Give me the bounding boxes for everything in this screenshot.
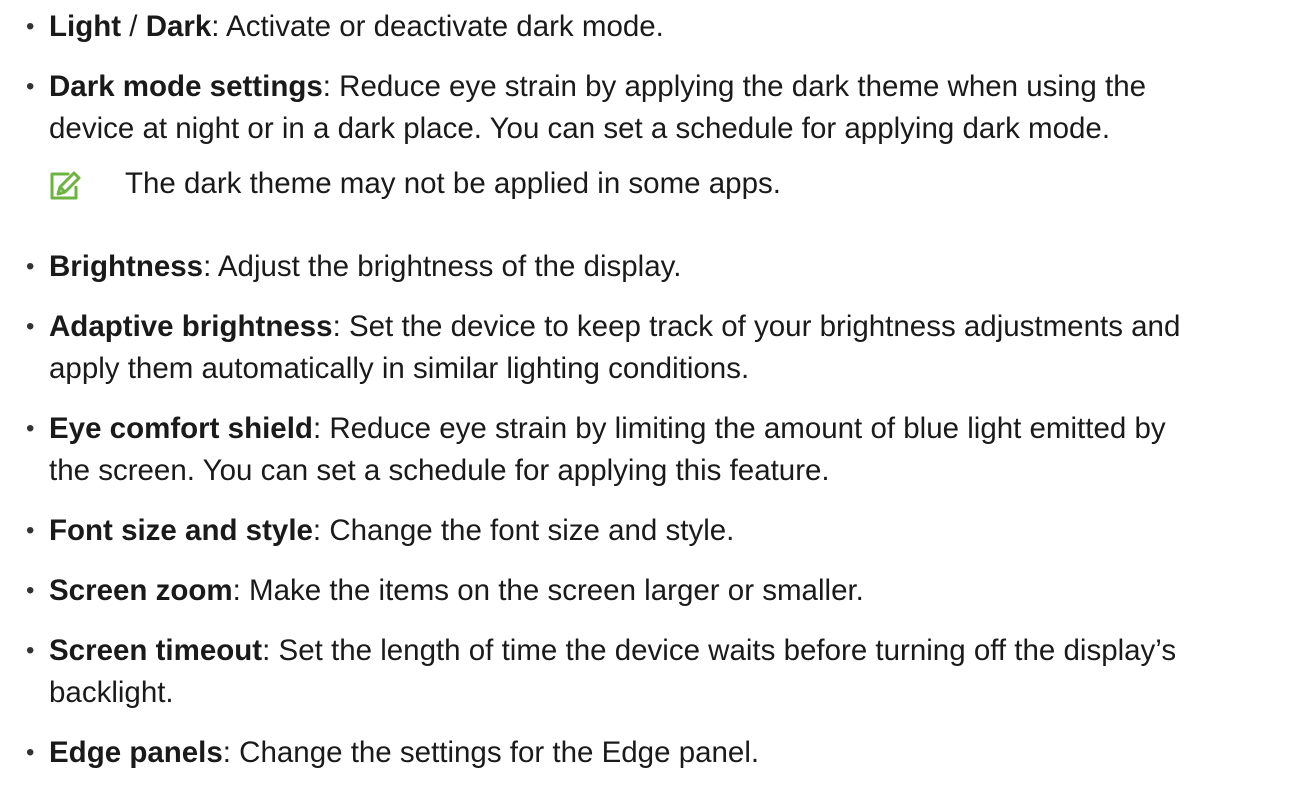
item-description-line2: backlight. (49, 676, 174, 709)
term-separator: / (121, 10, 146, 43)
item-description-line1: : Set the device to keep track of your b… (332, 310, 1181, 343)
item-description-line1: : Set the length of time the device wait… (262, 634, 1177, 667)
item-description: : Activate or deactivate dark mode. (211, 10, 664, 43)
bullet: • (26, 739, 35, 766)
bullet: • (26, 13, 35, 40)
term-font-size-and-style: Font size and style (49, 514, 313, 547)
bullet: • (26, 253, 35, 280)
bullet: • (26, 637, 35, 664)
note-pencil-icon (48, 168, 82, 202)
term-screen-timeout: Screen timeout (49, 634, 263, 667)
term-screen-zoom: Screen zoom (49, 574, 233, 607)
item-description-line2: apply them automatically in similar ligh… (49, 352, 750, 385)
item-description-line1: : Reduce eye strain by applying the dark… (322, 70, 1147, 103)
bullet: • (26, 73, 35, 100)
bullet: • (26, 313, 35, 340)
item-description: : Adjust the brightness of the display. (203, 250, 682, 283)
term-edge-panels: Edge panels (49, 736, 223, 769)
term-dark: Dark (145, 10, 212, 43)
item-description-line2: device at night or in a dark place. You … (49, 112, 1111, 145)
note-text: The dark theme may not be applied in som… (125, 167, 781, 200)
bullet: • (26, 577, 35, 604)
item-description: : Make the items on the screen larger or… (232, 574, 864, 607)
term-eye-comfort-shield: Eye comfort shield (49, 412, 313, 445)
item-description: : Change the font size and style. (312, 514, 735, 547)
term-dark-mode-settings: Dark mode settings (49, 70, 323, 103)
bullet: • (26, 517, 35, 544)
bullet: • (26, 415, 35, 442)
term-light: Light (49, 10, 122, 43)
item-description: : Change the settings for the Edge panel… (222, 736, 760, 769)
item-description-line2: the screen. You can set a schedule for a… (49, 454, 830, 487)
term-brightness: Brightness (49, 250, 204, 283)
term-adaptive-brightness: Adaptive brightness (49, 310, 333, 343)
item-description-line1: : Reduce eye strain by limiting the amou… (312, 412, 1166, 445)
